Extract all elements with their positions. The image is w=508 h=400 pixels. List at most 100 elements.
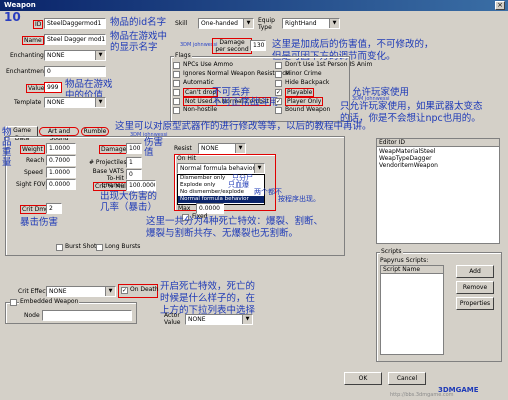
on-hit-option-normal[interactable]: Normal formula behavior	[178, 196, 264, 203]
checkbox[interactable]	[173, 71, 180, 78]
skill-label: Skill	[175, 20, 188, 27]
node-label: Node	[24, 312, 40, 319]
skill-select[interactable]: One-handed ▼	[198, 18, 254, 29]
scripts-list[interactable]: Script Name	[380, 265, 444, 355]
chevron-down-icon: ▼	[235, 144, 245, 153]
name-label: Name	[22, 36, 44, 45]
editor-id-header[interactable]: Editor ID	[377, 139, 499, 147]
projectiles-label: # Projectiles	[89, 159, 127, 166]
speed-label: Speed	[24, 169, 43, 176]
on-hit-option-none[interactable]: No dismember/explode	[178, 189, 264, 196]
weight-label: Weight	[20, 145, 45, 154]
sight-fov-input[interactable]: 0.0000	[46, 179, 76, 190]
tab-strip: Game Data Art and Sound Rumble	[6, 126, 110, 142]
crit-mult-label: Crit % Mult	[93, 182, 131, 191]
crit-dmg-input[interactable]: 2	[46, 203, 62, 214]
weight-input[interactable]: 1.0000	[46, 143, 76, 154]
checkbox[interactable]: ✓	[275, 98, 282, 105]
window-title: Weapon	[4, 1, 36, 9]
burst-shot-label: Burst Shot	[65, 243, 97, 250]
annotation-explode-only: 只血爆	[228, 181, 249, 189]
list-item[interactable]: WeapMaterialSteel	[379, 148, 435, 155]
scripts-group-label: Scripts	[380, 248, 403, 255]
actor-value-label: Actor Value	[164, 312, 181, 326]
checkbox[interactable]	[275, 71, 282, 78]
papyrus-label: Papyrus Scripts:	[380, 257, 429, 264]
chevron-down-icon: ▼	[254, 164, 264, 173]
checkbox[interactable]	[275, 107, 282, 114]
reach-label: Reach	[26, 157, 45, 164]
resist-select[interactable]: NONE ▼	[198, 143, 246, 154]
on-death-checkbox[interactable]: ✓	[121, 287, 128, 294]
checkbox[interactable]	[173, 62, 180, 69]
cancel-button[interactable]: Cancel	[388, 372, 426, 385]
annotation-on-death-2: 时候是什么样子的，在	[160, 293, 256, 304]
close-button[interactable]: ×	[495, 1, 505, 10]
long-bursts-checkbox[interactable]	[96, 244, 103, 251]
crit-mult-input[interactable]: 100.0000	[126, 180, 156, 191]
remove-script-button[interactable]: Remove	[456, 281, 494, 294]
name-input[interactable]: Steel Dagger mod1	[44, 34, 106, 45]
base-vats-input[interactable]: 0	[126, 169, 142, 180]
actor-value-select[interactable]: NONE ▼	[185, 314, 253, 325]
projectiles-input[interactable]: 1	[126, 157, 142, 168]
properties-button[interactable]: Properties	[456, 297, 494, 310]
template-label: Template	[14, 99, 42, 106]
damage-input[interactable]: 100	[126, 143, 142, 154]
template-select[interactable]: NONE ▼	[44, 97, 106, 108]
annotation-damage: 伤害值	[144, 137, 164, 158]
checkbox[interactable]	[275, 80, 282, 87]
on-death-label: On Death	[130, 286, 159, 293]
resist-label: Resist	[174, 145, 192, 152]
annotation-death-types-2: 爆裂与割断共存、无爆裂也无割断。	[146, 228, 299, 239]
checkbox[interactable]	[173, 98, 180, 105]
reach-input[interactable]: 0.7000	[46, 155, 76, 166]
list-item[interactable]: WeapTypeDagger	[379, 155, 432, 162]
chevron-down-icon: ▼	[95, 98, 105, 107]
list-item[interactable]: VendorItemWeapon	[379, 162, 438, 169]
equip-type-label: Equip Type	[258, 17, 275, 31]
annotation-not-normal-combat: 不可正常战斗用	[212, 97, 279, 108]
node-input[interactable]	[42, 310, 132, 321]
annotation-damage-1: 这里是加成后的伤害值，不可修改的，	[272, 39, 434, 50]
id-label: ID	[33, 20, 44, 29]
flags-title: Flags	[174, 52, 192, 59]
value-input[interactable]: 999	[44, 82, 62, 93]
tab-rumble[interactable]: Rumble	[81, 127, 109, 136]
checkbox[interactable]	[173, 107, 180, 114]
watermark-url: http://bbs.3dmgame.com	[390, 392, 454, 398]
damage-label: Damage	[99, 145, 129, 154]
add-script-button[interactable]: Add	[456, 265, 494, 278]
enchanting-select[interactable]: NONE ▼	[44, 50, 106, 61]
tab-art-and-sound[interactable]: Art and Sound	[39, 127, 79, 142]
checkbox[interactable]: ✓	[275, 89, 282, 96]
on-hit-option-explode[interactable]: Explode only	[178, 182, 264, 189]
embedded-label: Embedded Weapon	[19, 298, 80, 305]
chevron-down-icon: ▼	[105, 287, 115, 296]
burst-shot-checkbox[interactable]	[56, 244, 63, 251]
editor-id-list[interactable]: Editor ID WeapMaterialSteel WeapTypeDagg…	[376, 138, 500, 244]
crit-effect-select[interactable]: NONE ▼	[46, 286, 116, 297]
dps-value: 130	[250, 40, 266, 51]
speed-input[interactable]: 1.0000	[46, 167, 76, 178]
checkbox[interactable]	[173, 89, 180, 96]
annotation-on-death-1: 开启死亡特效，死亡的	[160, 281, 256, 292]
embedded-checkbox[interactable]	[10, 299, 17, 306]
equip-type-select[interactable]: RightHand ▼	[282, 18, 340, 29]
ok-button[interactable]: OK	[344, 372, 382, 385]
id-input[interactable]: SteelDaggermod1	[44, 18, 106, 29]
page-number: 10	[4, 10, 21, 24]
annotation-tabs: 这里可以对原型武器作的进行修改等等，以后的教程中再讲。	[115, 121, 372, 132]
checkbox[interactable]	[173, 80, 180, 87]
annotation-death-types-1: 这里一共分为4种死亡特效：爆裂、割断、	[146, 216, 324, 227]
sight-fov-label: Sight FOV	[16, 181, 46, 188]
annotation-id: 物品的id名字	[110, 17, 167, 28]
checkbox[interactable]	[275, 62, 282, 69]
script-name-column[interactable]: Script Name	[381, 266, 443, 274]
long-bursts-label: Long Bursts	[105, 243, 141, 250]
enchantment-input[interactable]: 0	[44, 66, 106, 77]
annotation-player-only-2: 只允许玩家使用，如果武器太变态	[340, 101, 483, 112]
chevron-down-icon: ▼	[329, 19, 339, 28]
chevron-down-icon: ▼	[242, 315, 252, 324]
on-hit-label: On Hit	[177, 155, 196, 162]
